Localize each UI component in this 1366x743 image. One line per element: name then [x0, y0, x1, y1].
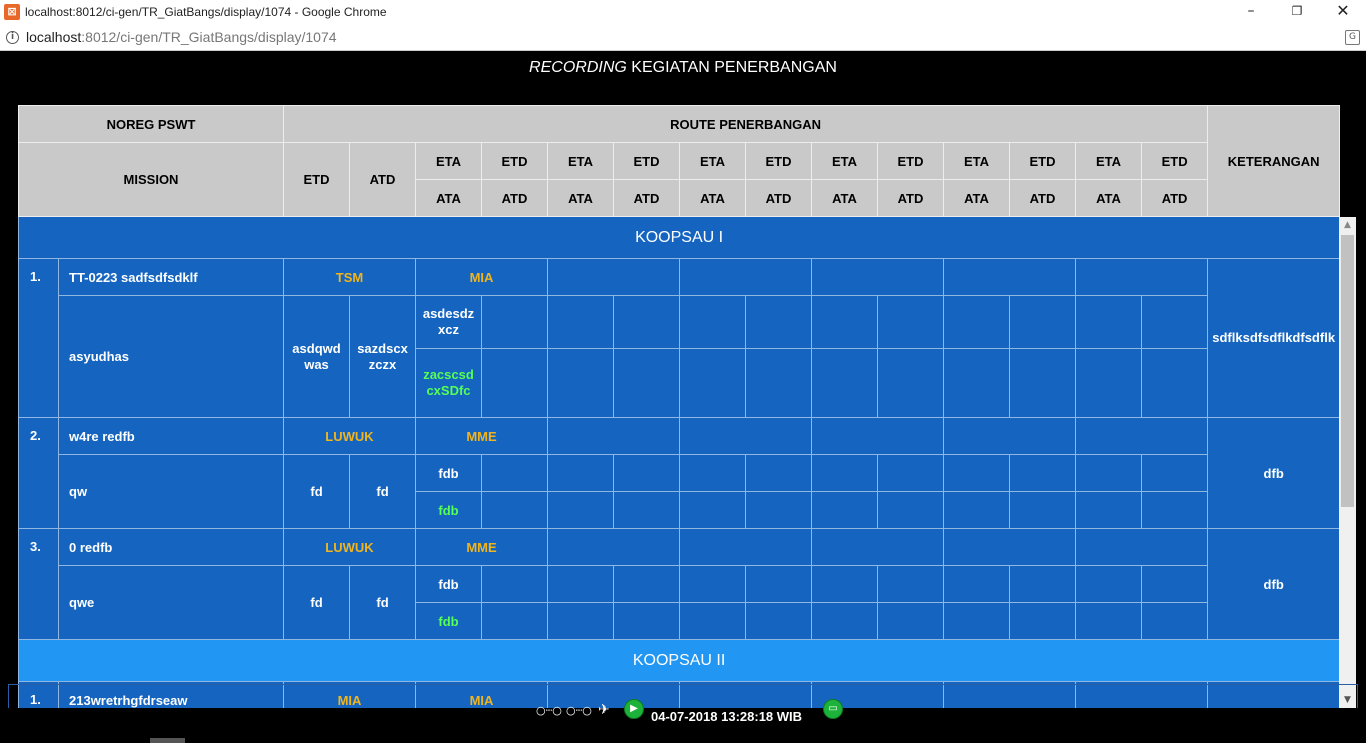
header-etd: ETD [613, 142, 680, 180]
mission-cell: qw [58, 454, 284, 529]
window-titlebar: ⊠ localhost:8012/ci-gen/TR_GiatBangs/dis… [0, 0, 1366, 24]
header-ata: ATA [547, 179, 614, 217]
ata-cell: fdb [415, 491, 482, 529]
ata-cell: fdb [415, 602, 482, 640]
route-icon[interactable]: ○┈○ [566, 704, 592, 717]
etd-cell: fd [283, 454, 350, 529]
header-mission: MISSION [18, 142, 284, 217]
header-eta: ETA [811, 142, 878, 180]
route-to: MME [415, 528, 548, 566]
page-content: RECORDING KEGIATAN PENERBANGAN NOREG PSW… [0, 51, 1366, 743]
mission-cell: asyudhas [58, 295, 284, 418]
header-ata: ATA [415, 179, 482, 217]
maximize-button[interactable]: ❐ [1274, 0, 1320, 24]
atd-cell: fd [349, 565, 416, 640]
ata-cell: zacscsdcxSDfc [415, 348, 482, 418]
noreg-cell: TT-0223 sadfsdfsdklf [58, 258, 284, 296]
minimize-button[interactable]: – [1228, 0, 1274, 24]
header-etd: ETD [283, 142, 350, 217]
flight-table: NOREG PSWT ROUTE PENERBANGAN KETERANGAN … [17, 105, 1341, 719]
route-from: LUWUK [283, 417, 416, 455]
route-icon[interactable]: ○┈○ [536, 704, 562, 717]
close-button[interactable]: ✕ [1320, 0, 1366, 24]
eta-cell: asdesdzxcz [415, 295, 482, 349]
etd-cell: asdqwdwas [283, 295, 350, 418]
header-etd: ETD [1009, 142, 1076, 180]
play-icon[interactable]: ▶ [624, 699, 644, 719]
atd-cell: fd [349, 454, 416, 529]
header-route: ROUTE PENERBANGAN [282, 105, 1209, 143]
header-atd: ATD [877, 179, 944, 217]
aircraft-icon[interactable]: ✈ [598, 702, 610, 718]
header-noreg: NOREG PSWT [18, 105, 284, 143]
url-path[interactable]: :8012/ci-gen/TR_GiatBangs/display/1074 [81, 29, 336, 45]
xampp-app-icon: ⊠ [4, 4, 20, 20]
keterangan-cell: dfb [1207, 417, 1341, 529]
header-etd: ETD [877, 142, 944, 180]
row-number: 2. [18, 417, 59, 529]
header-etd: ETD [1140, 142, 1209, 180]
eta-cell: fdb [415, 454, 482, 492]
header-atd: ATD [481, 179, 548, 217]
atd-cell: sazdscxzczx [349, 295, 416, 418]
keterangan-cell: dfb [1207, 528, 1341, 640]
address-bar[interactable]: i localhost:8012/ci-gen/TR_GiatBangs/dis… [0, 24, 1366, 51]
noreg-cell: w4re redfb [58, 417, 284, 455]
header-eta: ETA [415, 142, 482, 180]
header-atd: ATD [1009, 179, 1076, 217]
horizontal-scroll-thumb[interactable] [150, 738, 185, 743]
translate-icon[interactable]: G [1345, 30, 1360, 45]
section-header: KOOPSAU I [17, 216, 1341, 259]
mission-cell: qwe [58, 565, 284, 640]
keterangan-cell: sdflksdfsdflkdfsdflk [1207, 258, 1341, 418]
window-title: localhost:8012/ci-gen/TR_GiatBangs/displ… [25, 5, 387, 19]
etd-cell: fd [283, 565, 350, 640]
header-atd: ATD [613, 179, 680, 217]
header-ata: ATA [679, 179, 746, 217]
route-from: TSM [283, 258, 416, 296]
header-ata: ATA [811, 179, 878, 217]
header-keterangan: KETERANGAN [1207, 105, 1341, 217]
header-eta: ETA [679, 142, 746, 180]
row-number: 3. [18, 528, 59, 640]
header-atd: ATD [349, 142, 416, 217]
header-etd: ETD [481, 142, 548, 180]
header-eta: ETA [943, 142, 1010, 180]
eta-cell: fdb [415, 565, 482, 603]
route-from: LUWUK [283, 528, 416, 566]
header-etd: ETD [745, 142, 812, 180]
info-icon[interactable]: i [6, 30, 19, 44]
row-number: 1. [18, 258, 59, 418]
header-eta: ETA [547, 142, 614, 180]
vertical-scrollbar[interactable]: ▲ ▼ [1339, 217, 1356, 709]
header-atd: ATD [1140, 179, 1209, 217]
header-atd: ATD [745, 179, 812, 217]
route-to: MME [415, 417, 548, 455]
route-to: MIA [415, 258, 548, 296]
page-title: RECORDING KEGIATAN PENERBANGAN [529, 59, 837, 76]
section-header: KOOPSAU II [17, 639, 1341, 682]
scroll-up-arrow-icon[interactable]: ▲ [1339, 217, 1356, 234]
clock-display: 04-07-2018 13:28:18 WIB [651, 709, 803, 724]
window-icon[interactable]: ▭ [823, 699, 843, 719]
scroll-thumb[interactable] [1341, 235, 1354, 507]
header-eta: ETA [1075, 142, 1142, 180]
noreg-cell: 0 redfb [58, 528, 284, 566]
header-ata: ATA [943, 179, 1010, 217]
header-ata: ATA [1075, 179, 1142, 217]
url-host[interactable]: localhost [26, 29, 81, 45]
